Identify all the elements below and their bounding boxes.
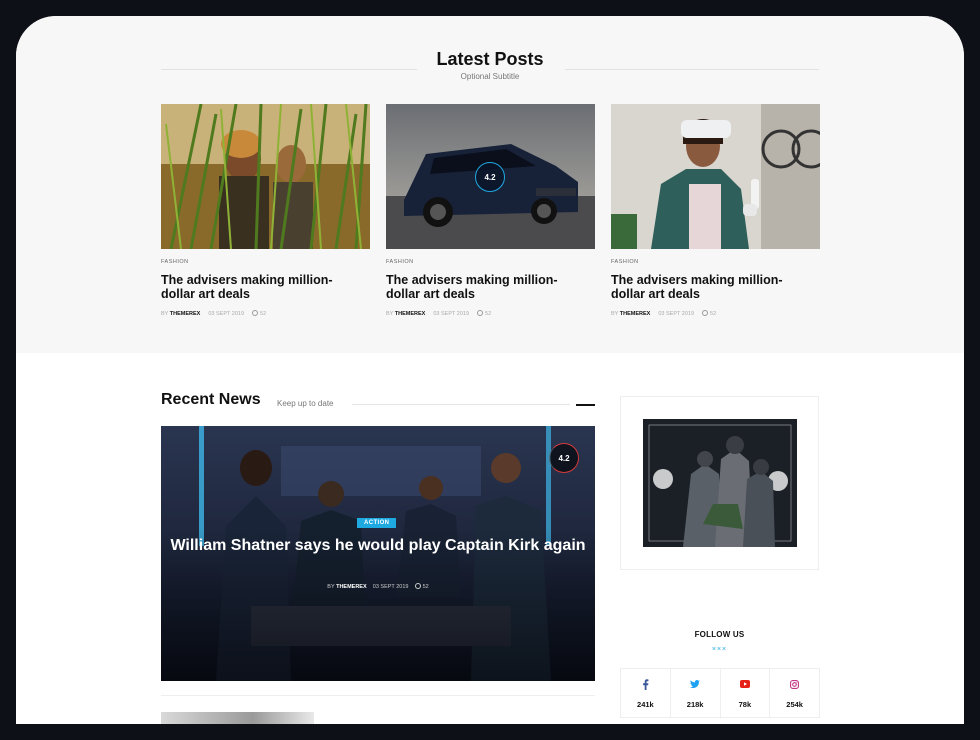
recent-news-divider	[352, 404, 570, 405]
facebook-icon	[642, 678, 649, 690]
social-youtube[interactable]: 78k	[719, 668, 771, 718]
instagram-icon	[790, 678, 800, 690]
social-facebook[interactable]: 241k	[620, 668, 671, 718]
featured-by: BY	[327, 584, 335, 590]
post-category[interactable]: FASHION	[386, 259, 595, 265]
social-counters: 241k 218k 78k 254k	[620, 668, 820, 718]
comment-icon	[702, 310, 709, 316]
follow-divider: ×××	[711, 646, 728, 653]
post-title[interactable]: The advisers making million-dollar art d…	[386, 273, 561, 301]
post-card[interactable]: FASHION The advisers making million-doll…	[611, 104, 820, 317]
next-post-thumbnail[interactable]	[161, 712, 314, 724]
post-thumbnail[interactable]: 4.2	[386, 104, 595, 249]
social-count: 218k	[686, 700, 704, 709]
post-category[interactable]: FASHION	[161, 259, 370, 265]
post-meta: BY THEMEREX 03 SEPT 2019 52	[161, 310, 370, 317]
soldiers-artwork	[643, 419, 797, 547]
post-author-line: BY THEMEREX	[386, 311, 425, 317]
featured-comment-count: 52	[422, 584, 429, 590]
post-meta: BY THEMEREX 03 SEPT 2019 52	[386, 310, 595, 317]
comment-icon	[477, 310, 484, 316]
rating-badge: 4.2	[549, 443, 579, 473]
post-category[interactable]: FASHION	[611, 259, 820, 265]
post-comment-count: 52	[485, 311, 492, 317]
post-title[interactable]: The advisers making million-dollar art d…	[161, 273, 336, 301]
post-title[interactable]: The advisers making million-dollar art d…	[611, 273, 786, 301]
post-comment-count: 52	[710, 311, 717, 317]
post-meta: BY THEMEREX 03 SEPT 2019 52	[611, 310, 820, 317]
category-tag[interactable]: ACTION	[357, 518, 397, 528]
featured-author[interactable]: THEMEREX	[336, 584, 367, 590]
post-card[interactable]: 4.2 FASHION The advisers making million-…	[386, 104, 595, 317]
comment-icon	[414, 583, 421, 589]
post-comments[interactable]: 52	[477, 310, 491, 317]
page-frame: Latest Posts Optional Subtitle FASHION T…	[16, 16, 964, 724]
sidebar-ad-widget	[620, 396, 819, 570]
post-author[interactable]: THEMEREX	[170, 311, 201, 317]
follow-us-title: FOLLOW US	[694, 630, 745, 639]
rating-badge: 4.2	[475, 162, 505, 192]
post-by: BY	[161, 310, 169, 317]
post-by: BY	[386, 310, 394, 317]
social-count: 254k	[786, 700, 803, 709]
latest-posts-section: Latest Posts Optional Subtitle FASHION T…	[16, 16, 964, 353]
post-comments[interactable]: 52	[702, 310, 716, 317]
social-twitter[interactable]: 218k	[669, 668, 721, 718]
recent-news-title: Recent News	[161, 391, 261, 408]
post-date: 03 SEPT 2019	[433, 310, 470, 317]
section-title: Latest Posts	[436, 49, 544, 69]
grass-photo	[161, 104, 370, 249]
post-author[interactable]: THEMEREX	[395, 311, 426, 317]
featured-title[interactable]: William Shatner says he would play Capta…	[161, 536, 595, 555]
social-count: 241k	[637, 700, 654, 709]
post-thumbnail[interactable]	[161, 104, 370, 249]
post-comment-count: 52	[260, 311, 267, 317]
section-subtitle: Optional Subtitle	[460, 72, 520, 81]
post-by: BY	[611, 310, 619, 317]
post-thumbnail[interactable]	[611, 104, 820, 249]
recent-news-dash	[576, 404, 595, 406]
social-instagram[interactable]: 254k	[769, 668, 820, 718]
post-author-line: BY THEMEREX	[611, 311, 650, 317]
youtube-icon	[739, 678, 750, 690]
social-count: 78k	[738, 700, 752, 709]
post-card[interactable]: FASHION The advisers making million-doll…	[161, 104, 370, 317]
comment-icon	[252, 310, 259, 316]
ad-banner[interactable]	[643, 419, 797, 547]
post-author-line: BY THEMEREX	[161, 311, 200, 317]
post-date: 03 SEPT 2019	[658, 310, 695, 317]
recent-news-subtitle: Keep up to date	[277, 399, 334, 408]
featured-meta: BY THEMEREX 03 SEPT 2019 52	[161, 583, 595, 590]
post-date: 03 SEPT 2019	[208, 310, 245, 317]
twitter-icon	[690, 678, 701, 690]
featured-comments[interactable]: 52	[414, 583, 429, 590]
news-divider	[161, 695, 595, 696]
featured-news-card[interactable]: 4.2 ACTION William Shatner says he would…	[161, 426, 595, 681]
post-comments[interactable]: 52	[252, 310, 266, 317]
featured-date: 03 SEPT 2019	[372, 584, 409, 590]
post-author[interactable]: THEMEREX	[620, 311, 651, 317]
vr-photo	[611, 104, 820, 249]
